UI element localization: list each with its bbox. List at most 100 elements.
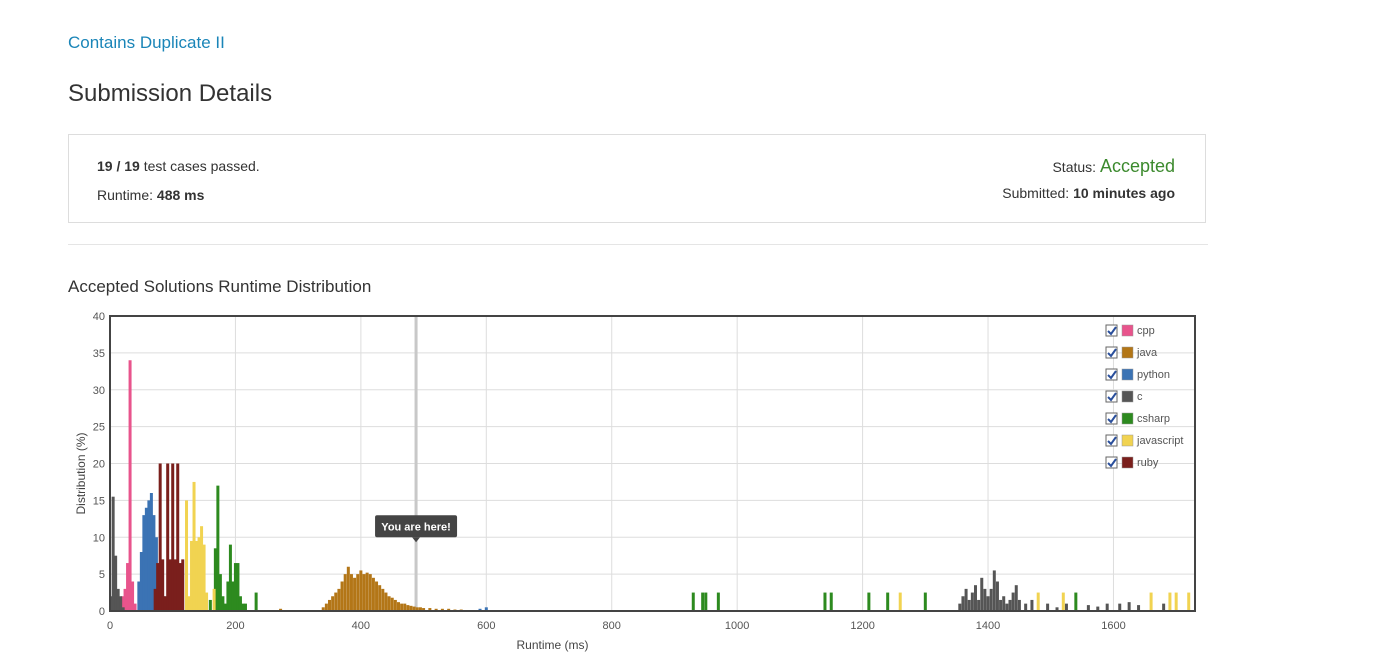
bar-java: [346, 566, 350, 611]
bar-java: [359, 570, 363, 611]
bar-javascript: [205, 592, 209, 611]
y-tick-label: 5: [99, 569, 105, 581]
bar-c: [1005, 603, 1009, 611]
status-label: Status:: [1052, 159, 1100, 175]
problem-title-link[interactable]: Contains Duplicate II: [68, 33, 225, 53]
bar-java: [384, 592, 388, 611]
bar-java: [403, 603, 407, 611]
bar-javascript: [1174, 592, 1178, 611]
y-tick-label: 35: [93, 348, 105, 360]
bar-java: [368, 574, 372, 611]
bar-csharp: [886, 592, 890, 611]
y-tick-label: 30: [93, 385, 105, 397]
bar-java: [337, 588, 341, 611]
runtime-label: Runtime:: [97, 187, 157, 203]
bar-javascript: [1061, 592, 1065, 611]
y-tick-label: 15: [93, 495, 105, 507]
runtime-value: 488 ms: [156, 187, 205, 203]
bar-csharp: [691, 592, 695, 611]
x-tick-label: 600: [477, 620, 495, 632]
bar-java: [362, 574, 366, 611]
bar-javascript: [1187, 592, 1191, 611]
legend-label-ruby: ruby: [1137, 457, 1159, 469]
bar-csharp: [254, 592, 258, 611]
passed-count: 19: [97, 158, 113, 174]
legend-swatch-javascript: [1121, 434, 1134, 447]
bar-csharp: [829, 592, 833, 611]
bar-java: [396, 602, 400, 611]
bar-c: [1105, 603, 1109, 611]
bar-c: [989, 588, 993, 611]
page-title: Submission Details: [68, 80, 273, 107]
x-tick-label: 800: [603, 620, 621, 632]
bar-c: [986, 596, 990, 611]
bar-javascript: [1168, 592, 1172, 611]
bar-java: [340, 581, 344, 611]
bar-c: [1024, 603, 1028, 611]
legend-swatch-c: [1121, 390, 1134, 403]
bar-java: [387, 596, 391, 611]
legend-swatch-python: [1121, 368, 1134, 381]
bar-c: [958, 603, 962, 611]
bar-java: [375, 581, 379, 611]
bar-java: [400, 603, 404, 611]
legend-swatch-ruby: [1121, 456, 1134, 469]
x-tick-label: 1400: [976, 620, 1000, 632]
bar-c: [1118, 603, 1122, 611]
count-separator: /: [112, 158, 125, 174]
bar-csharp: [923, 592, 927, 611]
legend-label-java: java: [1136, 347, 1158, 359]
bar-javascript: [1036, 592, 1040, 611]
x-tick-label: 1200: [850, 620, 874, 632]
bar-c: [970, 592, 974, 611]
bar-c: [973, 585, 977, 611]
bar-ruby: [181, 559, 185, 611]
x-axis-label: Runtime (ms): [516, 638, 588, 652]
bar-c: [964, 588, 968, 611]
bar-csharp: [716, 592, 720, 611]
you-are-here-label: You are here!: [381, 521, 451, 533]
submitted-row: Submitted: 10 minutes ago: [1002, 183, 1175, 203]
bar-java: [393, 599, 397, 611]
bar-c: [1014, 585, 1018, 611]
submission-summary-panel: 19 / 19 test cases passed. Runtime: 488 …: [68, 134, 1206, 223]
bar-java: [349, 574, 353, 611]
legend-swatch-java: [1121, 346, 1134, 359]
legend-swatch-cpp: [1121, 324, 1134, 337]
bar-java: [331, 596, 335, 611]
bar-java: [371, 577, 375, 611]
legend-label-c: c: [1137, 391, 1143, 403]
distribution-title: Accepted Solutions Runtime Distribution: [68, 277, 372, 296]
bar-java: [334, 592, 338, 611]
bar-c: [1127, 602, 1131, 611]
bar-java: [353, 577, 357, 611]
bar-c: [992, 570, 996, 611]
bar-java: [324, 603, 328, 611]
bar-c: [980, 577, 984, 611]
x-tick-label: 400: [352, 620, 370, 632]
x-tick-label: 0: [107, 620, 113, 632]
bar-c: [1046, 603, 1050, 611]
bar-csharp: [208, 599, 212, 611]
x-tick-label: 1600: [1101, 620, 1125, 632]
y-axis-label: Distribution (%): [74, 432, 88, 514]
bar-c: [1017, 599, 1021, 611]
bar-java: [365, 572, 369, 611]
y-tick-label: 25: [93, 422, 105, 434]
legend-swatch-csharp: [1121, 412, 1134, 425]
bar-csharp: [243, 603, 247, 611]
bar-c: [977, 599, 981, 611]
runtime-row: Runtime: 488 ms: [97, 186, 260, 215]
result-status: Status: Accepted Submitted: 10 minutes a…: [1002, 155, 1175, 203]
test-cases-passed: 19 / 19 test cases passed.: [97, 157, 260, 186]
result-stats: 19 / 19 test cases passed. Runtime: 488 …: [97, 157, 260, 215]
legend-label-cpp: cpp: [1137, 325, 1155, 337]
total-count: 19: [124, 158, 140, 174]
bar-c: [961, 596, 965, 611]
passed-suffix: test cases passed.: [139, 158, 260, 174]
y-tick-label: 40: [93, 311, 105, 323]
bar-java: [381, 588, 385, 611]
y-tick-label: 0: [99, 606, 105, 618]
bar-c: [1162, 603, 1166, 611]
bar-javascript: [898, 592, 902, 611]
